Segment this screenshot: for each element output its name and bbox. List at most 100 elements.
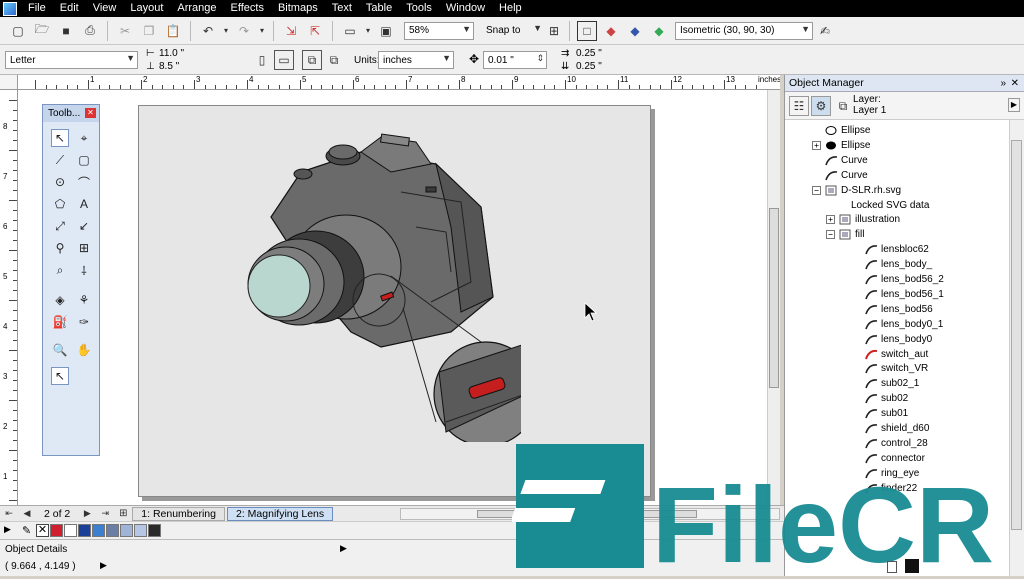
- menu-bitmaps[interactable]: Bitmaps: [271, 0, 325, 17]
- tree-item[interactable]: Locked SVG data: [851, 198, 929, 213]
- menu-help[interactable]: Help: [492, 0, 529, 17]
- redo-icon[interactable]: ↷: [234, 21, 254, 41]
- color-swatch[interactable]: [120, 524, 133, 537]
- cut-icon[interactable]: ✂: [115, 21, 135, 41]
- close-icon[interactable]: ✕: [85, 108, 96, 118]
- nudge-offset-field[interactable]: 0.01 " ⇕: [483, 51, 547, 69]
- save-icon[interactable]: ■: [56, 21, 76, 41]
- landscape-icon[interactable]: ▭: [274, 50, 294, 70]
- collapse-icon[interactable]: −: [812, 185, 821, 195]
- smart-fill-icon[interactable]: ⬠: [51, 195, 69, 213]
- toolbox-panel[interactable]: Toolb... ✕ ↖ ⌖ ⟋ ▢ ⊙ ⌒ ⬠ A ⤢ ↙ ⚲ ⊞ ⌕ ⸸ ◈…: [42, 104, 100, 456]
- tree-item[interactable]: sub02_1: [865, 376, 919, 391]
- duplicate-y-field[interactable]: 0.25 ": [576, 61, 602, 72]
- menu-effects[interactable]: Effects: [224, 0, 271, 17]
- tree-item[interactable]: shield_d60: [865, 421, 929, 436]
- tree-item[interactable]: Curve: [825, 153, 868, 168]
- shape-tool-icon[interactable]: ⌖: [75, 129, 93, 147]
- vertical-ruler[interactable]: 8 7 6 5 4 3 2 1: [0, 90, 18, 511]
- freehand-tool-icon[interactable]: ⊙: [51, 173, 69, 191]
- tree-item[interactable]: Curve: [825, 168, 868, 183]
- view-mode-dropdown[interactable]: Isometric (30, 90, 30) ▼: [675, 21, 813, 40]
- cube-blue-icon[interactable]: ◆: [625, 21, 645, 41]
- outline-tool-icon[interactable]: ✑: [75, 313, 93, 331]
- tree-item[interactable]: sub02: [865, 391, 908, 406]
- tree-item[interactable]: sub01: [865, 406, 908, 421]
- color-swatch[interactable]: [92, 524, 105, 537]
- fill-color-swatch[interactable]: [905, 559, 919, 573]
- page-height-field[interactable]: 8.5 ": [159, 61, 179, 72]
- scroll-thumb[interactable]: [769, 208, 779, 388]
- pan-hand-icon[interactable]: ✋: [75, 341, 93, 359]
- all-pages-icon[interactable]: ⧉: [302, 50, 322, 70]
- layer-manager-icon[interactable]: ⧉: [833, 96, 853, 116]
- menu-text[interactable]: Text: [325, 0, 359, 17]
- undo-icon[interactable]: ↶: [198, 21, 218, 41]
- zoom-level-dropdown[interactable]: 58% ▼: [404, 21, 474, 40]
- connector-tool-icon[interactable]: ↙: [75, 217, 93, 235]
- current-page-icon[interactable]: ⧉: [324, 50, 344, 70]
- zoom-magnifier-icon[interactable]: 🔍: [51, 341, 69, 359]
- dimension-tool-icon[interactable]: ⤢: [51, 217, 69, 235]
- menu-window[interactable]: Window: [439, 0, 492, 17]
- menu-layout[interactable]: Layout: [123, 0, 170, 17]
- fill-tool-icon[interactable]: ⛽: [51, 313, 69, 331]
- portrait-icon[interactable]: ▯: [252, 50, 272, 70]
- menu-edit[interactable]: Edit: [53, 0, 86, 17]
- toolbox-header[interactable]: Toolb... ✕: [43, 105, 99, 122]
- tree-item[interactable]: switch_aut: [865, 347, 928, 362]
- expand-icon[interactable]: +: [826, 215, 835, 225]
- page-size-dropdown[interactable]: Letter ▼: [5, 51, 138, 69]
- launcher-dropdown-icon[interactable]: ▾: [364, 21, 372, 41]
- panel-collapse-icon[interactable]: »: [1000, 78, 1006, 89]
- scroll-thumb[interactable]: [1011, 140, 1022, 530]
- open-folder-icon[interactable]: 🗁: [32, 21, 52, 41]
- color-swatch[interactable]: [64, 524, 77, 537]
- selection-arrow-icon[interactable]: ↖: [51, 367, 69, 385]
- menu-arrange[interactable]: Arrange: [170, 0, 223, 17]
- crop-tool-icon[interactable]: ⟋: [51, 151, 69, 169]
- new-document-icon[interactable]: ▢: [8, 21, 28, 41]
- import-icon[interactable]: ⇲: [281, 21, 301, 41]
- show-properties-icon[interactable]: ☷: [789, 96, 809, 116]
- tree-item[interactable]: switch_VR: [865, 361, 928, 376]
- tree-item[interactable]: lensbloc62: [865, 242, 929, 257]
- blend-tool-icon[interactable]: ⚲: [51, 239, 69, 257]
- undo-dropdown-icon[interactable]: ▾: [222, 21, 230, 41]
- tree-item[interactable]: + illustration: [826, 212, 900, 227]
- color-swatch[interactable]: [148, 524, 161, 537]
- bezier-tool-icon[interactable]: ⌒: [75, 173, 93, 191]
- tree-item[interactable]: lens_bod56_2: [865, 272, 944, 287]
- menu-tools[interactable]: Tools: [399, 0, 439, 17]
- table-tool-icon[interactable]: ⊞: [75, 239, 93, 257]
- menu-file[interactable]: File: [21, 0, 53, 17]
- page-width-field[interactable]: 11.0 ": [159, 48, 184, 59]
- dslr-camera-illustration[interactable]: [231, 132, 521, 442]
- frame-toggle-icon[interactable]: □: [577, 20, 597, 41]
- menu-table[interactable]: Table: [359, 0, 399, 17]
- ruler-corner[interactable]: [0, 75, 18, 90]
- text-tool-icon[interactable]: A: [75, 195, 93, 213]
- pen-tool-icon[interactable]: ✍: [815, 21, 835, 41]
- print-icon[interactable]: ⎙: [80, 21, 100, 41]
- tree-item[interactable]: lens_body0_1: [865, 317, 943, 332]
- tab-renumbering[interactable]: 1: Renumbering: [132, 506, 225, 521]
- transparency-tool-icon[interactable]: ⚘: [75, 291, 93, 309]
- tree-item[interactable]: lens_bod56_1: [865, 287, 944, 302]
- paste-icon[interactable]: 📋: [163, 21, 183, 41]
- duplicate-x-field[interactable]: 0.25 ": [576, 48, 602, 59]
- scroll-thumb[interactable]: [477, 510, 697, 518]
- export-icon[interactable]: ⇱: [305, 21, 325, 41]
- copy-icon[interactable]: ❐: [139, 21, 159, 41]
- object-manager-panel[interactable]: Object Manager » ✕ ☷ ⚙ ⧉ Layer: Layer 1 …: [784, 75, 1024, 576]
- tree-item[interactable]: connector: [865, 451, 925, 466]
- cube-green-icon[interactable]: ◆: [649, 21, 669, 41]
- tree-item[interactable]: − D-SLR.rh.svg: [812, 183, 901, 198]
- redo-dropdown-icon[interactable]: ▾: [258, 21, 266, 41]
- color-swatch[interactable]: [106, 524, 119, 537]
- units-dropdown[interactable]: inches ▼: [378, 51, 454, 69]
- color-swatch[interactable]: [134, 524, 147, 537]
- horizontal-scrollbar[interactable]: [400, 508, 780, 520]
- tree-item[interactable]: control_28: [865, 436, 928, 451]
- interactive-fill-icon[interactable]: ⸸: [75, 261, 93, 279]
